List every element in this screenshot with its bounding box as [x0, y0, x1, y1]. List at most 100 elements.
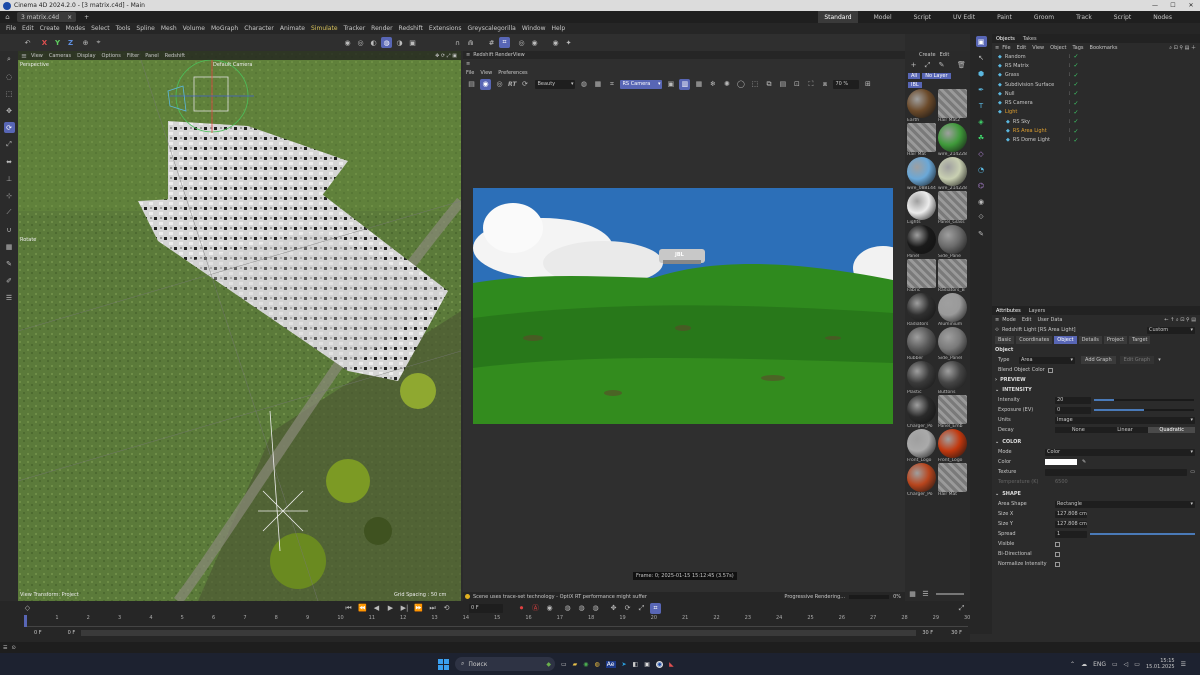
enabled-check-icon[interactable]: ✓ — [1073, 90, 1078, 97]
layout-paint[interactable]: Paint — [991, 11, 1018, 23]
subtab-details[interactable]: Details — [1078, 336, 1102, 344]
color-swatch[interactable] — [1045, 459, 1077, 465]
key-param-icon[interactable]: ⌗ — [650, 602, 661, 614]
visibility-dots-icon[interactable]: ⁞ — [1069, 119, 1071, 125]
clock[interactable]: 15:15 15.01.2025 — [1146, 658, 1175, 670]
magnet-tool-icon[interactable]: ∪ — [4, 224, 15, 235]
material-item[interactable]: Hair Mat2 — [938, 89, 968, 123]
menu-help[interactable]: Help — [548, 25, 568, 32]
attribute-menu-mode[interactable]: Mode — [999, 317, 1019, 323]
folder-icon[interactable]: ▭ — [1190, 469, 1195, 475]
select-icon[interactable]: ⬚ — [4, 88, 15, 99]
light-icon[interactable]: ✺ — [721, 79, 732, 90]
key-scale2-icon[interactable]: ⤢ — [636, 603, 647, 614]
object-row[interactable]: ◆ RS Matrix ⁞ ✓ — [998, 61, 1200, 70]
object-row[interactable]: ◆ Random ⁞ ✓ — [998, 52, 1200, 61]
go-to-start-icon[interactable]: ⏮ — [343, 603, 354, 614]
menu-render[interactable]: Render — [368, 25, 395, 32]
material-item[interactable]: Panel_Glass — [938, 191, 968, 225]
move-icon[interactable]: ✥ — [4, 105, 15, 116]
enabled-check-icon[interactable]: ✓ — [1073, 137, 1078, 144]
menu-select[interactable]: Select — [88, 25, 113, 32]
zoom-fit-icon[interactable]: ⊞ — [862, 79, 873, 90]
viewport-panel-icon[interactable]: ≡ — [20, 52, 28, 60]
spread-slider[interactable] — [1090, 533, 1195, 535]
menu-volume[interactable]: Volume — [180, 25, 208, 32]
picture-viewer-icon[interactable]: ▣ — [407, 37, 418, 48]
object-row[interactable]: ◆ Null ⁞ ✓ — [998, 89, 1200, 98]
menu-redshift[interactable]: Redshift — [396, 25, 426, 32]
menu-tools[interactable]: Tools — [113, 25, 134, 32]
visibility-dots-icon[interactable]: ⁞ — [1069, 72, 1071, 78]
grid-icon[interactable]: # — [486, 37, 497, 48]
key-scale-icon[interactable]: ◍ — [590, 603, 601, 614]
object-row[interactable]: ◆ RS Dome Light ⁞ ✓ — [998, 136, 1200, 145]
cursor-icon[interactable]: ↖ — [976, 52, 987, 63]
enabled-check-icon[interactable]: ✓ — [1073, 81, 1078, 88]
cinema4d-taskbar-icon[interactable]: ◉ — [655, 660, 664, 668]
search-icon[interactable]: ⌕ — [4, 54, 15, 65]
grid-view-icon[interactable]: ▦ — [907, 588, 918, 599]
motion-record-icon[interactable]: ◍ — [562, 603, 573, 614]
render-image[interactable]: JBL — [473, 188, 893, 424]
decay-quadratic[interactable]: Quadratic — [1148, 427, 1196, 433]
axis-x-button[interactable]: X — [39, 37, 50, 48]
tab-attributes[interactable]: Attributes — [992, 308, 1025, 314]
magnet-icon[interactable]: ∩ — [452, 37, 463, 48]
visibility-dots-icon[interactable]: ⁞ — [1069, 54, 1071, 60]
rt-toggle[interactable]: RT — [508, 81, 516, 88]
scene-icon[interactable]: ⌬ — [976, 180, 987, 191]
add-graph-button[interactable]: Add Graph — [1081, 356, 1116, 364]
material-item[interactable]: Fabric — [907, 259, 937, 293]
edit-graph-button[interactable]: Edit Graph — [1119, 356, 1155, 364]
material-item[interactable]: Charger_Po — [907, 395, 937, 429]
bucket-icon[interactable]: ▣ — [665, 79, 676, 90]
live-selection-icon[interactable]: ◌ — [4, 71, 15, 82]
compare-icon[interactable]: ⧉ — [763, 79, 774, 90]
menu-animate[interactable]: Animate — [277, 25, 308, 32]
fullscreen-icon[interactable]: ⛶ — [805, 79, 816, 90]
layout-icon[interactable]: ▣ — [975, 36, 987, 47]
display-mode-icon[interactable]: ◉ — [550, 37, 561, 48]
layout-script-2[interactable]: Script — [1108, 11, 1137, 23]
timeline-ruler[interactable]: 0123456789101112131415161718192021222324… — [24, 615, 970, 627]
texture-field[interactable] — [1045, 468, 1188, 476]
filter-ibl[interactable]: IBL — [908, 81, 922, 88]
attribute-nav-icons[interactable]: ← ↑ ⌕ ⊡ ⚲ ▤ — [1164, 317, 1196, 323]
viewport-menu-panel[interactable]: Panel — [142, 53, 162, 59]
key-position-icon[interactable]: ◍ — [576, 603, 587, 614]
object-row[interactable]: ◆ Grass ⁞ ✓ — [998, 71, 1200, 80]
material-item[interactable]: wire_214228 — [938, 123, 968, 157]
attribute-menu-userdata[interactable]: User Data — [1035, 317, 1066, 323]
enabled-check-icon[interactable]: ✓ — [1073, 128, 1078, 135]
material-item[interactable]: Side_Panel — [938, 327, 968, 361]
field-icon[interactable]: ◔ — [976, 164, 987, 175]
object-search-icon[interactable]: ⌕ ⊡ ⚲ ▤ ＋ — [1169, 44, 1196, 51]
material-item[interactable]: Front_Logo — [907, 429, 937, 463]
material-item[interactable]: Hair Mat — [938, 463, 968, 497]
paint-icon[interactable]: ✐ — [4, 275, 15, 286]
menu-tracker[interactable]: Tracker — [341, 25, 369, 32]
enabled-check-icon[interactable]: ✓ — [1073, 53, 1078, 60]
viewport-menu-options[interactable]: Options — [99, 53, 124, 59]
eyedropper-icon[interactable]: ✎ — [936, 60, 947, 71]
lock-camera-icon[interactable]: ▥ — [679, 78, 691, 90]
renderview-panel-icon[interactable]: ≡ — [466, 52, 470, 58]
menu-modes[interactable]: Modes — [63, 25, 88, 32]
object-row[interactable]: ◆ RS Area Light ⁞ ✓ — [998, 126, 1200, 135]
file-explorer-icon[interactable]: ▰ — [573, 661, 578, 668]
exposure-slider[interactable] — [1094, 409, 1194, 411]
menu-file[interactable]: File — [3, 25, 19, 32]
rotate-icon[interactable]: ⟳ — [3, 122, 15, 133]
range-end-2[interactable]: 30 F — [951, 630, 962, 636]
visibility-dots-icon[interactable]: ⁞ — [1069, 91, 1071, 97]
close-tab-icon[interactable]: × — [67, 14, 72, 21]
menu-simulate[interactable]: Simulate — [308, 25, 341, 32]
material-item[interactable]: Radiators — [907, 293, 937, 327]
key-move-icon[interactable]: ✥ — [608, 603, 619, 614]
material-item[interactable]: Radiators_B — [938, 259, 968, 293]
enabled-check-icon[interactable]: ✓ — [1073, 118, 1078, 125]
material-item[interactable]: Buttons — [938, 361, 968, 395]
pencil-icon[interactable]: ✎ — [976, 228, 987, 239]
viewport-nav-icons[interactable]: ✥ ⟳ ⤢ ▣ — [435, 53, 457, 59]
